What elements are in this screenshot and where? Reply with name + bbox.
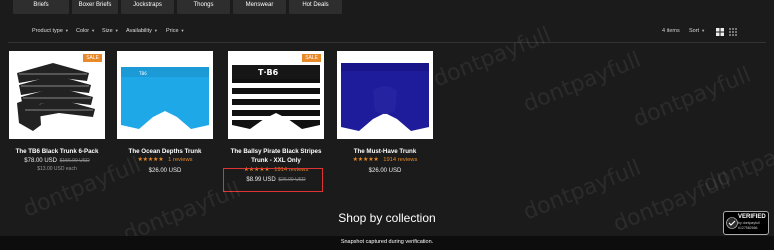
- watermark: dontpayfull: [609, 167, 735, 238]
- chevron-down-icon: ▼: [180, 28, 185, 33]
- review-count[interactable]: 1914 reviews: [383, 157, 417, 163]
- striped-trunk-image: T·B6: [232, 65, 320, 129]
- sort-label: Sort: [689, 28, 700, 34]
- navy-trunk-image: [341, 63, 429, 131]
- filter-availability[interactable]: Availability ▼: [126, 28, 158, 34]
- watermark: dontpayfull: [429, 22, 555, 93]
- black-trunks-stack-image: [17, 63, 95, 131]
- sale-badge: SALE: [83, 54, 102, 62]
- star-rating-icon: ★★★★★: [137, 157, 164, 163]
- filter-label: Product type: [32, 28, 63, 34]
- filter-label: Color: [76, 28, 90, 34]
- product-price: $26.00 USD: [368, 168, 402, 174]
- checkmark-shield-icon: [726, 217, 738, 229]
- verified-title: VERIFIED: [738, 214, 766, 220]
- product-price: $26.00 USD: [148, 168, 182, 174]
- verified-subtitle: by dontpayfull: [738, 221, 760, 225]
- tab-boxer-briefs[interactable]: Boxer Briefs: [72, 0, 118, 14]
- unit-price: $13.00 USD each: [37, 166, 77, 172]
- price-highlight-box: [223, 168, 323, 192]
- product-image[interactable]: T·B6 SALE: [228, 51, 324, 139]
- chevron-down-icon: ▼: [153, 28, 158, 33]
- tab-jockstraps[interactable]: Jockstraps: [121, 0, 174, 14]
- filter-product-type[interactable]: Product type ▼: [32, 28, 69, 34]
- blue-trunk-image: TB6: [121, 67, 209, 129]
- items-count: 4 items: [662, 28, 680, 34]
- filter-label: Availability: [126, 28, 152, 34]
- product-name[interactable]: The Must-Have Trunk: [337, 147, 433, 156]
- product-image[interactable]: [337, 51, 433, 139]
- sort-dropdown[interactable]: Sort ▼: [689, 28, 705, 34]
- tab-menswear[interactable]: Menswear: [233, 0, 286, 14]
- watermark: dontpayfull: [699, 127, 774, 198]
- chevron-down-icon: ▼: [701, 28, 706, 33]
- chevron-down-icon: ▼: [64, 28, 69, 33]
- product-rating: ★★★★★ 1914 reviews: [337, 157, 433, 163]
- review-count[interactable]: 1 reviews: [168, 157, 192, 163]
- grid-small-view-icon[interactable]: [729, 28, 737, 36]
- verified-id: #127582666: [738, 226, 758, 230]
- filter-label: Size: [102, 28, 113, 34]
- filter-label: Price: [166, 28, 179, 34]
- chevron-down-icon: ▼: [114, 28, 119, 33]
- filter-color[interactable]: Color ▼: [76, 28, 95, 34]
- category-nav: Briefs Boxer Briefs Jockstraps Thongs Me…: [0, 0, 774, 14]
- product-name[interactable]: The Ballsy Pirate Black Stripes Trunk - …: [228, 147, 324, 165]
- product-name[interactable]: The TB6 Black Trunk 6-Pack: [9, 147, 105, 156]
- section-heading: Shop by collection: [338, 211, 436, 225]
- chevron-down-icon: ▼: [91, 28, 96, 33]
- product-image[interactable]: SALE: [9, 51, 105, 139]
- toolbar-divider: [8, 42, 766, 43]
- brand-logo-text: T·B6: [258, 68, 279, 77]
- compare-price: $156.00 USD: [59, 158, 90, 164]
- product-price: $78.00 USD: [24, 158, 57, 164]
- filter-size[interactable]: Size ▼: [102, 28, 119, 34]
- filter-price[interactable]: Price ▼: [166, 28, 185, 34]
- product-price-row: $78.00 USD $156.00 USD: [9, 158, 105, 164]
- watermark: dontpayfull: [519, 47, 645, 118]
- tab-hot-deals[interactable]: Hot Deals: [289, 0, 342, 14]
- star-rating-icon: ★★★★★: [352, 157, 379, 163]
- tab-thongs[interactable]: Thongs: [177, 0, 230, 14]
- grid-large-view-icon[interactable]: [716, 28, 724, 36]
- product-rating: ★★★★★ 1 reviews: [117, 157, 213, 163]
- svg-text:TB6: TB6: [138, 71, 147, 76]
- tab-briefs[interactable]: Briefs: [13, 0, 69, 14]
- product-name[interactable]: The Ocean Depths Trunk: [117, 147, 213, 156]
- verified-badge[interactable]: VERIFIED by dontpayfull #127582666: [723, 211, 769, 235]
- sale-badge: SALE: [302, 54, 321, 62]
- watermark: dontpayfull: [629, 62, 755, 133]
- snapshot-notice: Snapshot captured during verification.: [340, 239, 434, 245]
- product-image[interactable]: TB6: [117, 51, 213, 139]
